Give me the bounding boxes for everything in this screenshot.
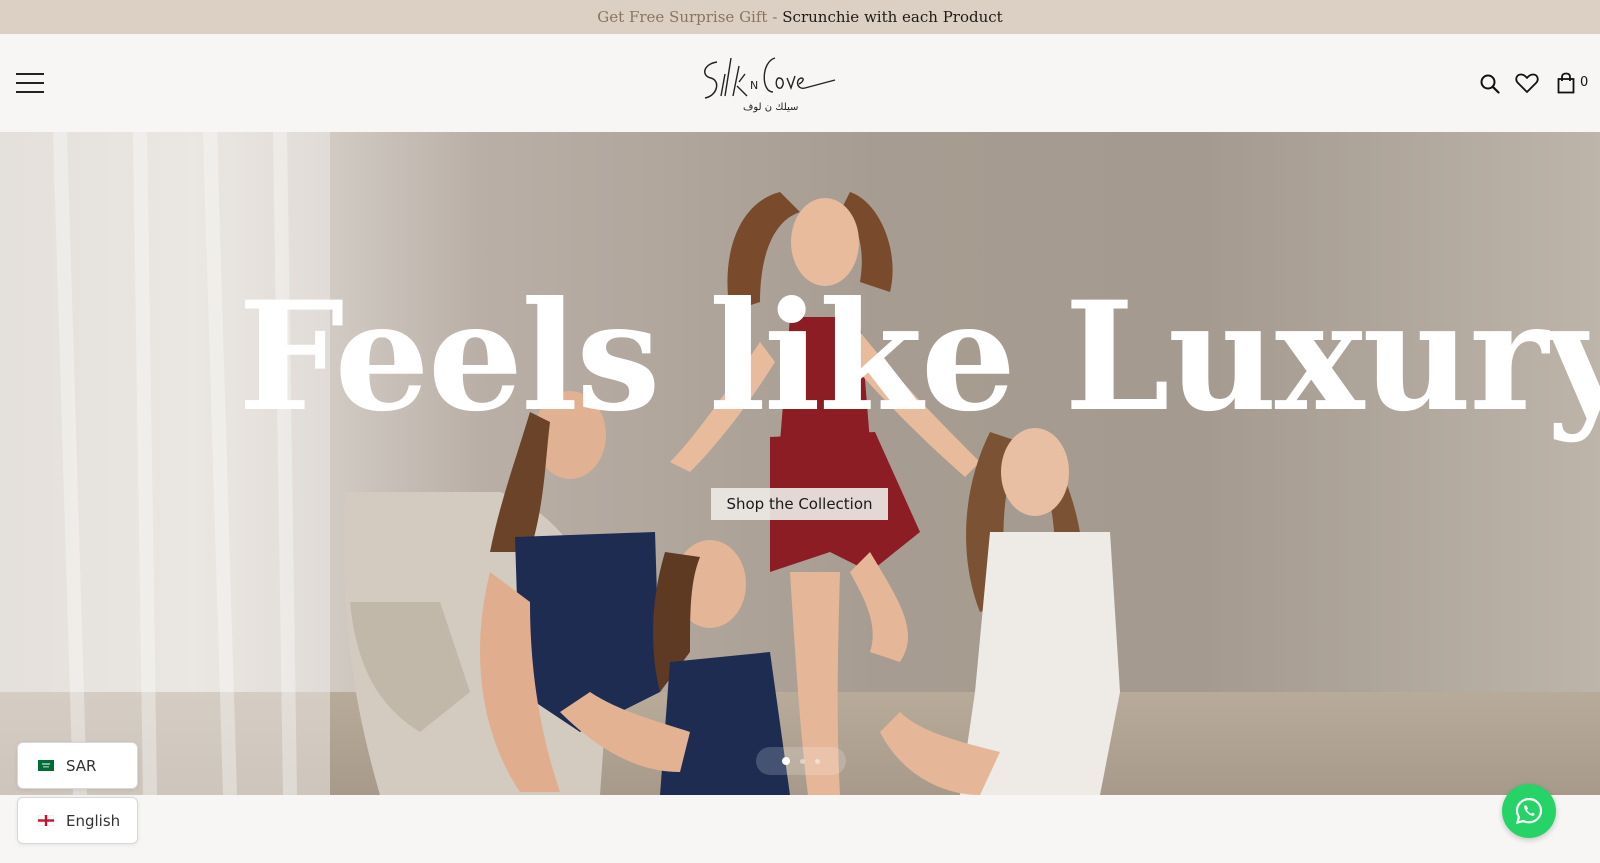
slider-pagination — [756, 747, 846, 775]
site-header: N سيلك ن لوف 0 — [0, 34, 1600, 132]
logo-arabic-text: سيلك ن لوف — [743, 102, 798, 113]
slide-dot-1[interactable] — [782, 757, 790, 765]
cart-count: 0 — [1580, 75, 1589, 90]
announcement-highlight: Scrunchie with each Product — [782, 8, 1003, 26]
language-picker[interactable]: English — [17, 797, 138, 844]
announcement-bar: Get Free Surprise Gift - Scrunchie with … — [0, 0, 1600, 34]
hero-photo — [0, 132, 1120, 795]
shopping-bag-icon[interactable] — [1557, 72, 1575, 94]
whatsapp-icon — [1515, 797, 1543, 825]
slide-dot-3[interactable] — [815, 758, 820, 764]
announcement-prefix: Get Free Surprise Gift - — [597, 8, 778, 26]
hero-banner[interactable]: Feels like Luxury Shop the Collection — [0, 132, 1600, 795]
slide-dot-2[interactable] — [800, 758, 805, 764]
shop-collection-button[interactable]: Shop the Collection — [711, 488, 888, 520]
currency-label: SAR — [66, 756, 97, 775]
language-label: English — [66, 811, 121, 830]
currency-picker[interactable]: SAR — [17, 742, 138, 789]
uk-flag-icon — [38, 815, 54, 826]
svg-text:N: N — [750, 79, 758, 92]
saudi-arabia-flag-icon — [38, 760, 54, 771]
brand-logo[interactable]: N سيلك ن لوف — [695, 48, 845, 118]
hamburger-menu-icon[interactable] — [16, 71, 46, 95]
search-icon[interactable] — [1480, 74, 1500, 94]
whatsapp-chat-button[interactable] — [1502, 784, 1556, 838]
heart-icon[interactable] — [1515, 72, 1539, 94]
hero-headline: Feels like Luxury — [238, 269, 1600, 445]
